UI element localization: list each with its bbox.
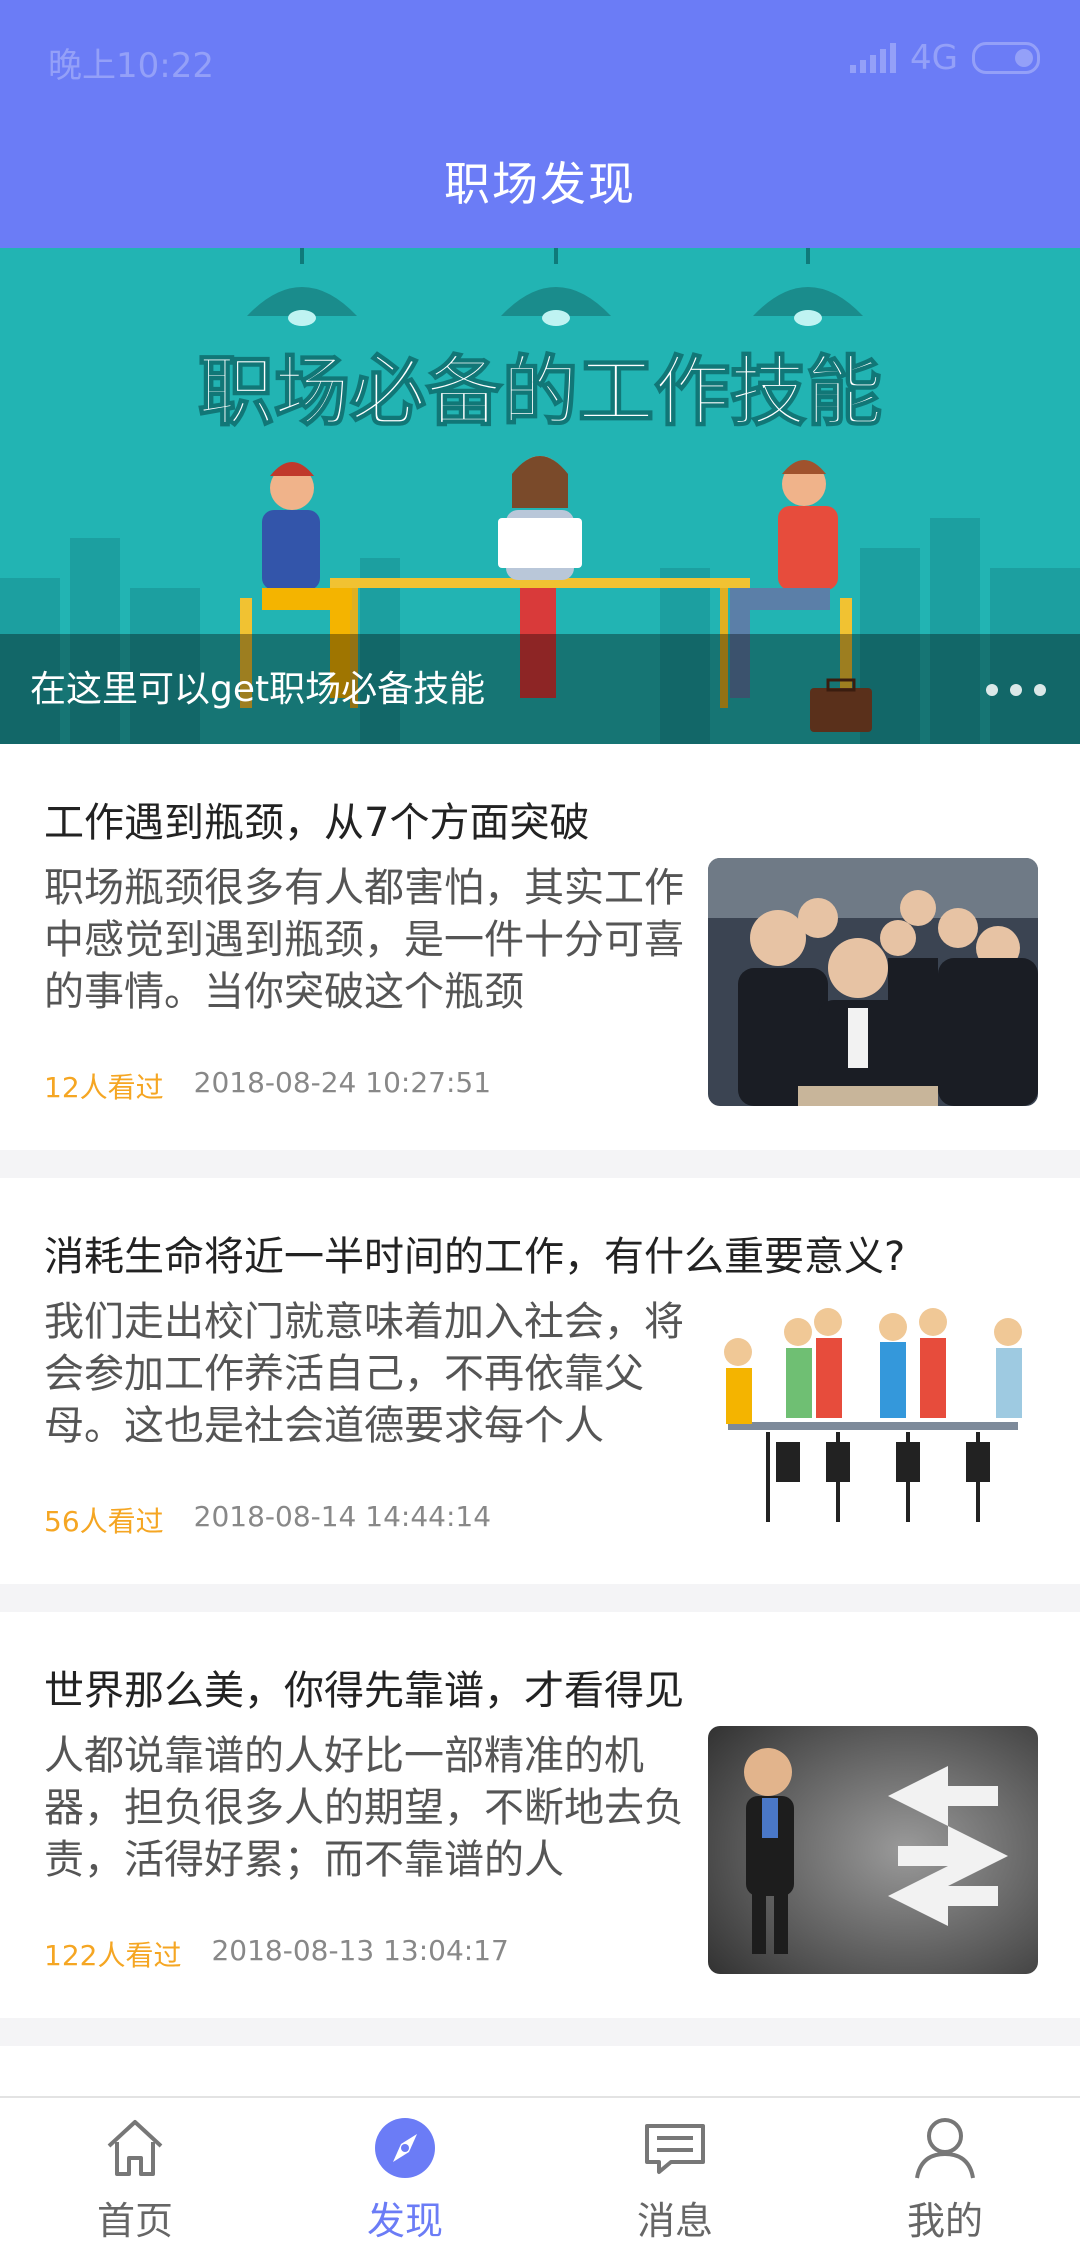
view-count: 56人看过 (44, 1505, 164, 1538)
banner-carousel[interactable]: 职场必备的工作技能 在这里可以get职场必备技能 (0, 248, 1080, 744)
nav-item-profile[interactable]: 我的 (810, 2098, 1080, 2250)
battery-icon (972, 42, 1040, 74)
signal-icon (850, 43, 897, 73)
nav-item-home[interactable]: 首页 (0, 2098, 270, 2250)
article-meta: 12人看过 2018-08-24 10:27:51 (44, 1066, 491, 1106)
nav-label: 我的 (906, 2199, 983, 2243)
publish-date: 2018-08-13 13:04:17 (211, 1934, 509, 1967)
message-icon (645, 2124, 705, 2174)
article-summary: 我们走出校门就意味着加入社会，将会参加工作养活自己，不再依靠父母。这也是社会道德… (44, 1299, 684, 1449)
carousel-indicator (986, 684, 1046, 696)
article-thumbnail (708, 858, 1038, 1106)
nav-label: 首页 (96, 2199, 173, 2243)
home-icon (107, 2120, 163, 2176)
publish-date: 2018-08-24 10:27:51 (193, 1066, 492, 1099)
carousel-dot (1010, 684, 1022, 696)
nav-label: 消息 (636, 2199, 713, 2243)
view-count: 122人看过 (44, 1939, 182, 1972)
carousel-dot (986, 684, 998, 696)
article-title: 世界那么美，你得先靠谱，才看得见 (44, 1668, 684, 1714)
article-title: 工作遇到瓶颈，从7个方面突破 (44, 800, 590, 846)
article-list: 工作遇到瓶颈，从7个方面突破 职场瓶颈很多有人都害怕，其实工作中感觉到遇到瓶颈，… (0, 744, 1080, 2126)
article-summary: 职场瓶颈很多有人都害怕，其实工作中感觉到遇到瓶颈，是一件十分可喜的事情。当你突破… (44, 865, 684, 1015)
publish-date: 2018-08-14 14:44:14 (193, 1500, 492, 1533)
app-header: 晚上10:22 4G 职场发现 (0, 0, 1080, 248)
user-icon (915, 2118, 975, 2179)
carousel-dot (1034, 684, 1046, 696)
article-card[interactable]: 消耗生命将近一半时间的工作，有什么重要意义? 我们走出校门就意味着加入社会，将会… (0, 1178, 1080, 1584)
page-title: 职场发现 (444, 157, 636, 211)
article-card[interactable]: 工作遇到瓶颈，从7个方面突破 职场瓶颈很多有人都害怕，其实工作中感觉到遇到瓶颈，… (0, 744, 1080, 1150)
network-type: 4G (910, 38, 958, 78)
status-bar: 晚上10:22 4G (0, 0, 1080, 120)
compass-icon (375, 2118, 435, 2178)
article-meta: 56人看过 2018-08-14 14:44:14 (44, 1500, 491, 1540)
banner-headline: 职场必备的工作技能 (198, 350, 882, 435)
article-meta: 122人看过 2018-08-13 13:04:17 (44, 1934, 509, 1974)
article-card[interactable]: 世界那么美，你得先靠谱，才看得见 人都说靠谱的人好比一部精准的机器，担负很多人的… (0, 1612, 1080, 2018)
nav-label: 发现 (366, 2199, 443, 2243)
article-thumbnail (708, 1726, 1038, 1974)
bottom-navigation: 首页 发现 消息 我的 (0, 2096, 1080, 2250)
status-time: 晚上10:22 (48, 46, 214, 86)
nav-item-discover[interactable]: 发现 (270, 2098, 540, 2250)
view-count: 12人看过 (44, 1071, 164, 1104)
article-thumbnail (708, 1292, 1038, 1540)
banner-caption: 在这里可以get职场必备技能 (30, 669, 486, 710)
article-summary: 人都说靠谱的人好比一部精准的机器，担负很多人的期望，不断地去负责，活得好累；而不… (44, 1733, 684, 1883)
nav-item-messages[interactable]: 消息 (540, 2098, 810, 2250)
article-title: 消耗生命将近一半时间的工作，有什么重要意义? (44, 1234, 906, 1280)
status-indicators: 4G (850, 38, 1040, 78)
